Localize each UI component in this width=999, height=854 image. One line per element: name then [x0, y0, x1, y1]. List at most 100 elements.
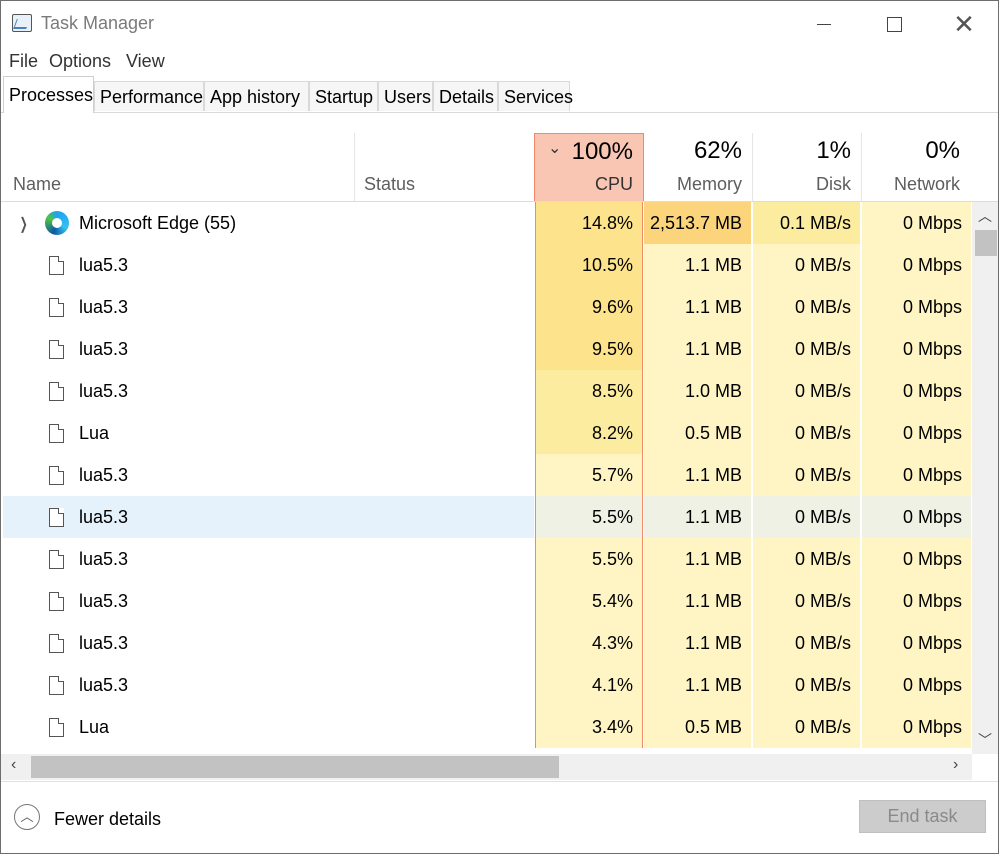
process-disk-value: 0 MB/s — [753, 538, 861, 580]
process-disk-value: 0 MB/s — [753, 622, 861, 664]
file-icon — [49, 718, 64, 737]
file-icon — [49, 508, 64, 527]
close-button[interactable]: ✕ — [929, 1, 998, 47]
process-disk-value: 0 MB/s — [753, 664, 861, 706]
process-memory-value: 0.5 MB — [644, 412, 752, 454]
process-row[interactable]: lua5.3 4.3% 1.1 MB 0 MB/s 0 Mbps — [1, 622, 971, 664]
title-bar[interactable]: Task Manager ✕ — [1, 1, 998, 47]
fewer-details-link[interactable]: Fewer details — [54, 809, 161, 830]
tab-performance[interactable]: Performance — [94, 81, 204, 111]
process-cpu-value: 9.5% — [535, 328, 643, 370]
process-row[interactable]: lua5.3 5.5% 1.1 MB 0 MB/s 0 Mbps — [1, 538, 971, 580]
process-memory-value: 1.1 MB — [644, 664, 752, 706]
process-memory-value: 1.1 MB — [644, 538, 752, 580]
column-disk-label: Disk — [816, 174, 851, 194]
column-memory-label: Memory — [676, 174, 742, 194]
process-cpu-value: 5.5% — [535, 496, 643, 538]
maximize-button[interactable] — [859, 1, 929, 47]
column-network-label: Network — [893, 174, 960, 194]
close-icon: ✕ — [953, 9, 975, 39]
column-cpu-label: CPU — [594, 174, 633, 194]
horizontal-scroll-thumb[interactable] — [31, 756, 559, 778]
process-row[interactable]: Lua 8.2% 0.5 MB 0 MB/s 0 Mbps — [1, 412, 971, 454]
column-memory[interactable]: 62% Memory — [644, 133, 752, 201]
process-row[interactable]: lua5.3 5.4% 1.1 MB 0 MB/s 0 Mbps — [1, 580, 971, 622]
column-name-label: Name — [13, 174, 62, 194]
process-network-value: 0 Mbps — [862, 328, 971, 370]
tab-app-history[interactable]: App history — [204, 81, 309, 111]
tab-details[interactable]: Details — [433, 81, 498, 111]
process-cpu-value: 4.3% — [535, 622, 643, 664]
menu-view[interactable]: View — [126, 51, 165, 72]
column-name[interactable]: Name — [1, 133, 354, 201]
process-memory-value: 1.1 MB — [644, 286, 752, 328]
menu-file[interactable]: File — [9, 51, 38, 72]
tab-processes[interactable]: Processes — [3, 76, 94, 113]
process-row[interactable]: lua5.3 9.5% 1.1 MB 0 MB/s 0 Mbps — [1, 328, 971, 370]
task-manager-window: Task Manager ✕ File Options View Process… — [0, 0, 999, 854]
tab-services[interactable]: Services — [498, 81, 573, 111]
process-network-value: 0 Mbps — [862, 454, 971, 496]
column-network[interactable]: 0% Network — [862, 133, 970, 201]
file-icon — [49, 634, 64, 653]
process-memory-value: 1.1 MB — [644, 244, 752, 286]
column-status[interactable]: Status — [355, 133, 535, 201]
tab-startup[interactable]: Startup — [309, 81, 378, 111]
scroll-down-icon[interactable]: ﹀ — [972, 730, 998, 750]
process-cpu-value: 3.4% — [535, 706, 643, 748]
process-disk-value: 0 MB/s — [753, 244, 861, 286]
minimize-button[interactable] — [789, 1, 859, 47]
process-row[interactable]: lua5.3 4.1% 1.1 MB 0 MB/s 0 Mbps — [1, 664, 971, 706]
minimize-icon — [817, 23, 831, 25]
process-cpu-value: 4.1% — [535, 664, 643, 706]
menu-options[interactable]: Options — [49, 51, 111, 72]
process-network-value: 0 Mbps — [862, 244, 971, 286]
tab-users[interactable]: Users — [378, 81, 433, 111]
file-icon — [49, 550, 64, 569]
scroll-left-icon[interactable]: ‹ — [11, 756, 16, 774]
process-list: ❯ Microsoft Edge (55) 14.8% 2,513.7 MB 0.1 M… — [1, 202, 971, 754]
process-disk-value: 0 MB/s — [753, 412, 861, 454]
process-row[interactable]: ❯ Microsoft Edge (55) 14.8% 2,513.7 MB 0.1 M… — [1, 202, 971, 244]
process-name: Microsoft Edge (55) — [79, 213, 237, 233]
task-manager-icon — [12, 14, 32, 32]
file-icon — [49, 466, 64, 485]
chevron-up-circle-icon[interactable]: ︿ — [14, 804, 40, 830]
process-row[interactable]: lua5.3 10.5% 1.1 MB 0 MB/s 0 Mbps — [1, 244, 971, 286]
maximize-icon — [886, 16, 902, 32]
network-total-percent: 0% — [925, 137, 960, 164]
process-row[interactable]: Lua 3.4% 0.5 MB 0 MB/s 0 Mbps — [1, 706, 971, 748]
process-network-value: 0 Mbps — [862, 580, 971, 622]
scroll-right-icon[interactable]: › — [953, 756, 958, 774]
column-status-label: Status — [364, 174, 416, 194]
vertical-scrollbar[interactable]: ︿ ﹀ — [972, 202, 998, 754]
process-network-value: 0 Mbps — [862, 664, 971, 706]
process-cpu-value: 8.2% — [535, 412, 643, 454]
process-cpu-value: 5.5% — [535, 538, 643, 580]
process-name: lua5.3 — [79, 465, 129, 485]
process-network-value: 0 Mbps — [862, 202, 971, 244]
file-icon — [49, 256, 64, 275]
column-cpu[interactable]: ⌄ 100% CPU — [534, 133, 644, 201]
vertical-scroll-thumb[interactable] — [975, 230, 997, 256]
process-cpu-value: 8.5% — [535, 370, 643, 412]
process-row[interactable]: lua5.3 5.7% 1.1 MB 0 MB/s 0 Mbps — [1, 454, 971, 496]
process-row[interactable]: lua5.3 5.5% 1.1 MB 0 MB/s 0 Mbps — [1, 496, 971, 538]
process-row[interactable]: lua5.3 8.5% 1.0 MB 0 MB/s 0 Mbps — [1, 370, 971, 412]
process-disk-value: 0 MB/s — [753, 496, 861, 538]
expand-chevron-icon[interactable]: ❯ — [20, 214, 28, 234]
horizontal-scrollbar[interactable]: ‹ › — [1, 754, 972, 780]
end-task-button[interactable]: End task — [859, 800, 986, 833]
process-row[interactable]: lua5.3 9.6% 1.1 MB 0 MB/s 0 Mbps — [1, 286, 971, 328]
file-icon — [49, 676, 64, 695]
process-memory-value: 1.1 MB — [644, 580, 752, 622]
process-disk-value: 0 MB/s — [753, 580, 861, 622]
column-disk[interactable]: 1% Disk — [753, 133, 861, 201]
process-name: Lua — [79, 717, 110, 737]
memory-total-percent: 62% — [693, 137, 742, 164]
process-name: lua5.3 — [79, 255, 129, 275]
scroll-up-icon[interactable]: ︿ — [972, 206, 998, 226]
process-disk-value: 0 MB/s — [753, 370, 861, 412]
process-memory-value: 1.1 MB — [644, 622, 752, 664]
file-icon — [49, 592, 64, 611]
